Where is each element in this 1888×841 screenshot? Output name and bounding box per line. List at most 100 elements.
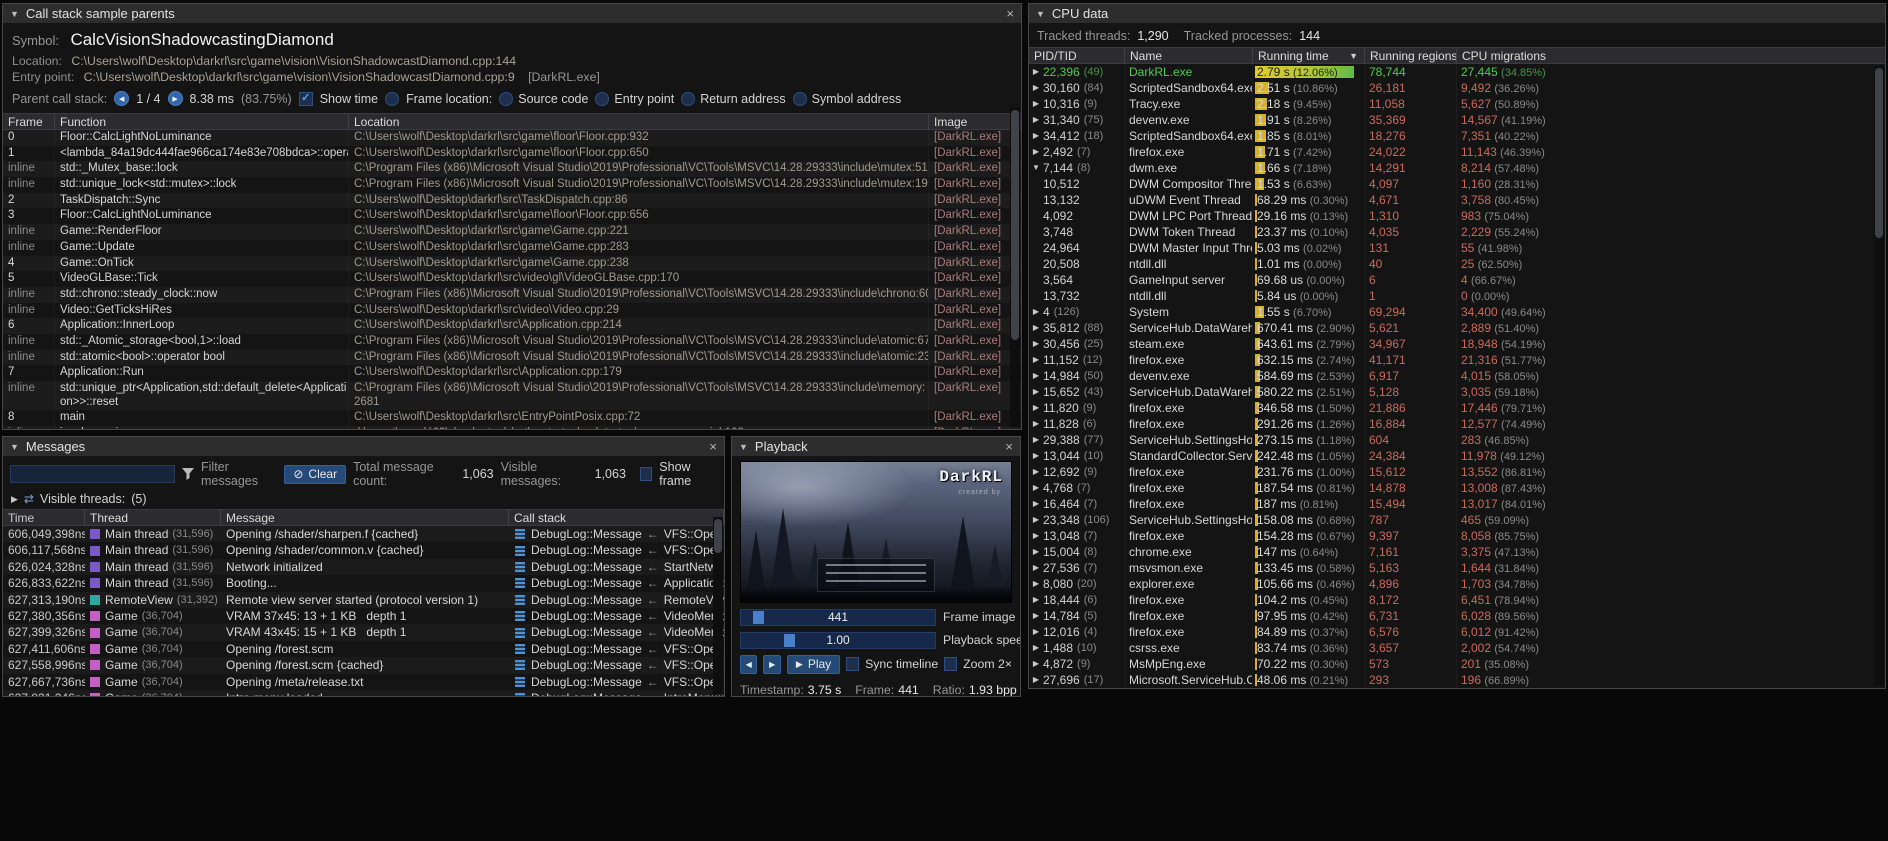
cpu-process-row[interactable]: 10,512DWM Compositor Thread1.53 s (6.63%… bbox=[1029, 176, 1885, 192]
cell-pid[interactable]: ▶10,316(9) bbox=[1029, 96, 1125, 112]
expand-icon[interactable]: ▶ bbox=[1029, 432, 1043, 448]
cpu-process-row[interactable]: ▶34,412(18)ScriptedSandbox64.exe1.85 s (… bbox=[1029, 128, 1885, 144]
cpu-process-row[interactable]: ▶31,340(75)devenv.exe1.91 s (8.26%)35,36… bbox=[1029, 112, 1885, 128]
cpu-process-row[interactable]: 24,964DWM Master Input Threa5.03 ms (0.0… bbox=[1029, 240, 1885, 256]
column-header-running-regions[interactable]: Running regions bbox=[1365, 48, 1457, 63]
expand-icon[interactable]: ▶ bbox=[1029, 96, 1043, 112]
cell-callstack[interactable]: DebugLog::Message←VideoMemo bbox=[509, 608, 724, 624]
cpu-process-row[interactable]: 20,508ntdll.dll1.01 ms (0.00%)4025 (62.5… bbox=[1029, 256, 1885, 272]
cell-pid[interactable]: ▶23,348(106) bbox=[1029, 512, 1125, 528]
cpu-process-row[interactable]: ▶14,984(50)devenv.exe584.69 ms (2.53%)6,… bbox=[1029, 368, 1885, 384]
expand-icon[interactable]: ▶ bbox=[1029, 400, 1043, 416]
callstack-titlebar[interactable]: ▼ Call stack sample parents × bbox=[3, 4, 1021, 23]
cell-callstack[interactable]: DebugLog::Message←VFS::Open bbox=[509, 641, 724, 657]
callstack-frame-row[interactable]: 6Application::InnerLoopC:\Users\wolf\Des… bbox=[3, 318, 1021, 334]
cell-pid[interactable]: ▶4,768(7) bbox=[1029, 480, 1125, 496]
zoom-2x-checkbox[interactable] bbox=[944, 657, 957, 671]
cell-function[interactable]: std::_Mutex_base::lock bbox=[55, 161, 349, 177]
message-row[interactable]: 627,667,736nsGame(36,704)Opening /meta/r… bbox=[3, 674, 724, 690]
cpu-process-row[interactable]: ▶15,652(43)ServiceHub.DataWarehou580.22 … bbox=[1029, 384, 1885, 400]
cell-function[interactable]: Application::InnerLoop bbox=[55, 318, 349, 334]
cpu-process-row[interactable]: ▶22,396(49)DarkRL.exe2.79 s (12.06%)78,7… bbox=[1029, 64, 1885, 80]
clear-button[interactable]: ⊘Clear bbox=[284, 465, 346, 484]
expand-icon[interactable]: ▶ bbox=[1029, 576, 1043, 592]
message-row[interactable]: 627,380,356nsGame(36,704)VRAM 37x45: 13 … bbox=[3, 608, 724, 624]
cell-pid[interactable]: ▶11,820(9) bbox=[1029, 400, 1125, 416]
cell-pid[interactable]: ▶31,340(75) bbox=[1029, 112, 1125, 128]
playback-speed-slider[interactable]: 1.00 bbox=[740, 632, 936, 649]
cpu-process-row[interactable]: ▶29,388(77)ServiceHub.SettingsHost273.15… bbox=[1029, 432, 1885, 448]
cell-function[interactable]: Game::OnTick bbox=[55, 256, 349, 272]
close-icon[interactable]: × bbox=[1005, 440, 1013, 453]
cell-callstack[interactable]: DebugLog::Message←RemoteViev bbox=[509, 592, 724, 608]
callstack-frame-row[interactable]: 5VideoGLBase::TickC:\Users\wolf\Desktop\… bbox=[3, 271, 1021, 287]
callstack-frame-row[interactable]: inlineGame::UpdateC:\Users\wolf\Desktop\… bbox=[3, 240, 1021, 256]
collapse-icon[interactable]: ▼ bbox=[10, 442, 19, 452]
messages-scrollbar[interactable] bbox=[713, 517, 723, 694]
cell-function[interactable]: Video::GetTicksHiRes bbox=[55, 303, 349, 319]
cpu-process-row[interactable]: ▶2,492(7)firefox.exe1.71 s (7.42%)24,022… bbox=[1029, 144, 1885, 160]
callstack-frame-row[interactable]: inlinestd::unique_ptr<Application,std::d… bbox=[3, 381, 1021, 410]
cell-function[interactable]: <lambda_84a19dc444fae966ca174e83e708bdca… bbox=[55, 146, 349, 162]
callstack-scrollbar[interactable] bbox=[1010, 108, 1020, 427]
cell-pid[interactable]: 24,964 bbox=[1029, 240, 1125, 256]
cell-callstack[interactable]: DebugLog::Message←Application: bbox=[509, 575, 724, 591]
callstack-frame-row[interactable]: inlinestd::chrono::steady_clock::nowC:\P… bbox=[3, 287, 1021, 303]
collapse-icon[interactable]: ▼ bbox=[1036, 9, 1045, 19]
collapse-icon[interactable]: ▼ bbox=[739, 442, 748, 452]
cell-pid[interactable]: ▶8,080(20) bbox=[1029, 576, 1125, 592]
frame-location-option[interactable]: Return address bbox=[681, 92, 785, 106]
column-header-thread[interactable]: Thread bbox=[85, 510, 221, 525]
cpu-process-row[interactable]: 13,132uDWM Event Thread68.29 ms (0.30%)4… bbox=[1029, 192, 1885, 208]
cell-pid[interactable]: 13,732 bbox=[1029, 288, 1125, 304]
sync-timeline-checkbox[interactable] bbox=[846, 657, 859, 671]
cpu-process-row[interactable]: ▶27,536(7)msvsmon.exe133.45 ms (0.58%)5,… bbox=[1029, 560, 1885, 576]
callstack-frame-row[interactable]: 3Floor::CalcLightNoLuminanceC:\Users\wol… bbox=[3, 208, 1021, 224]
cpu-process-row[interactable]: ▶30,456(25)steam.exe643.61 ms (2.79%)34,… bbox=[1029, 336, 1885, 352]
cell-pid[interactable]: 3,748 bbox=[1029, 224, 1125, 240]
cell-function[interactable]: std::chrono::steady_clock::now bbox=[55, 287, 349, 303]
cell-function[interactable]: Game::Update bbox=[55, 240, 349, 256]
column-header-time[interactable]: Time bbox=[3, 510, 85, 525]
cell-pid[interactable]: 4,092 bbox=[1029, 208, 1125, 224]
show-time-checkbox[interactable]: ✓ bbox=[299, 92, 313, 106]
cell-function[interactable]: std::unique_ptr<Application,std::default… bbox=[55, 381, 349, 410]
cell-pid[interactable]: ▶12,016(4) bbox=[1029, 624, 1125, 640]
callstack-frame-row[interactable]: inlinestd::atomic<bool>::operator boolC:… bbox=[3, 350, 1021, 366]
frame-location-option[interactable]: Entry point bbox=[595, 92, 674, 106]
cpu-process-row[interactable]: ▶27,696(17)Microsoft.ServiceHub.Co48.06 … bbox=[1029, 672, 1885, 688]
cpu-process-row[interactable]: ▶13,048(7)firefox.exe154.28 ms (0.67%)9,… bbox=[1029, 528, 1885, 544]
callstack-frame-row[interactable]: 8mainC:\Users\wolf\Desktop\darkrl\src\En… bbox=[3, 410, 1021, 426]
cell-pid[interactable]: ▶15,652(43) bbox=[1029, 384, 1125, 400]
column-header-message[interactable]: Message bbox=[221, 510, 509, 525]
expand-icon[interactable]: ▶ bbox=[1029, 496, 1043, 512]
column-header-location[interactable]: Location bbox=[349, 114, 929, 129]
cpu-titlebar[interactable]: ▼ CPU data bbox=[1029, 4, 1885, 23]
cpu-process-row[interactable]: ▶11,152(12)firefox.exe632.15 ms (2.74%)4… bbox=[1029, 352, 1885, 368]
column-header-frame[interactable]: Frame bbox=[3, 114, 55, 129]
expand-icon[interactable]: ▶ bbox=[1029, 640, 1043, 656]
frame-location-option[interactable]: Symbol address bbox=[793, 92, 902, 106]
cell-function[interactable]: invoke_main bbox=[55, 426, 349, 429]
frame-location-option[interactable]: Source code bbox=[499, 92, 588, 106]
expand-icon[interactable]: ▶ bbox=[1029, 672, 1043, 688]
cell-pid[interactable]: ▶2,492(7) bbox=[1029, 144, 1125, 160]
cpu-process-row[interactable]: ▶12,016(4)firefox.exe84.89 ms (0.37%)6,5… bbox=[1029, 624, 1885, 640]
cpu-process-row[interactable]: ▶30,160(84)ScriptedSandbox64.exe2.51 s (… bbox=[1029, 80, 1885, 96]
cell-pid[interactable]: ▶14,784(5) bbox=[1029, 608, 1125, 624]
cpu-process-row[interactable]: ▶23,348(106)ServiceHub.SettingsHost158.0… bbox=[1029, 512, 1885, 528]
play-button[interactable]: ▶Play bbox=[787, 655, 840, 674]
expand-icon[interactable]: ▼ bbox=[1029, 160, 1043, 176]
expand-icon[interactable]: ▶ bbox=[1029, 320, 1043, 336]
message-row[interactable]: 627,831,246nsGame(36,704)Intro menu load… bbox=[3, 690, 724, 696]
callstack-frame-row[interactable]: 0Floor::CalcLightNoLuminanceC:\Users\wol… bbox=[3, 130, 1021, 146]
expand-icon[interactable]: ▶ bbox=[1029, 624, 1043, 640]
cpu-process-row[interactable]: ▶10,316(9)Tracy.exe2.18 s (9.45%)11,0585… bbox=[1029, 96, 1885, 112]
column-header-function[interactable]: Function bbox=[55, 114, 349, 129]
cell-pid[interactable]: ▶11,828(6) bbox=[1029, 416, 1125, 432]
callstack-frame-row[interactable]: 7Application::RunC:\Users\wolf\Desktop\d… bbox=[3, 365, 1021, 381]
cell-pid[interactable]: ▶16,464(7) bbox=[1029, 496, 1125, 512]
cell-pid[interactable]: 13,132 bbox=[1029, 192, 1125, 208]
expand-icon[interactable]: ▶ bbox=[1029, 480, 1043, 496]
cell-callstack[interactable]: DebugLog::Message←IntroMenu:: bbox=[509, 690, 724, 696]
